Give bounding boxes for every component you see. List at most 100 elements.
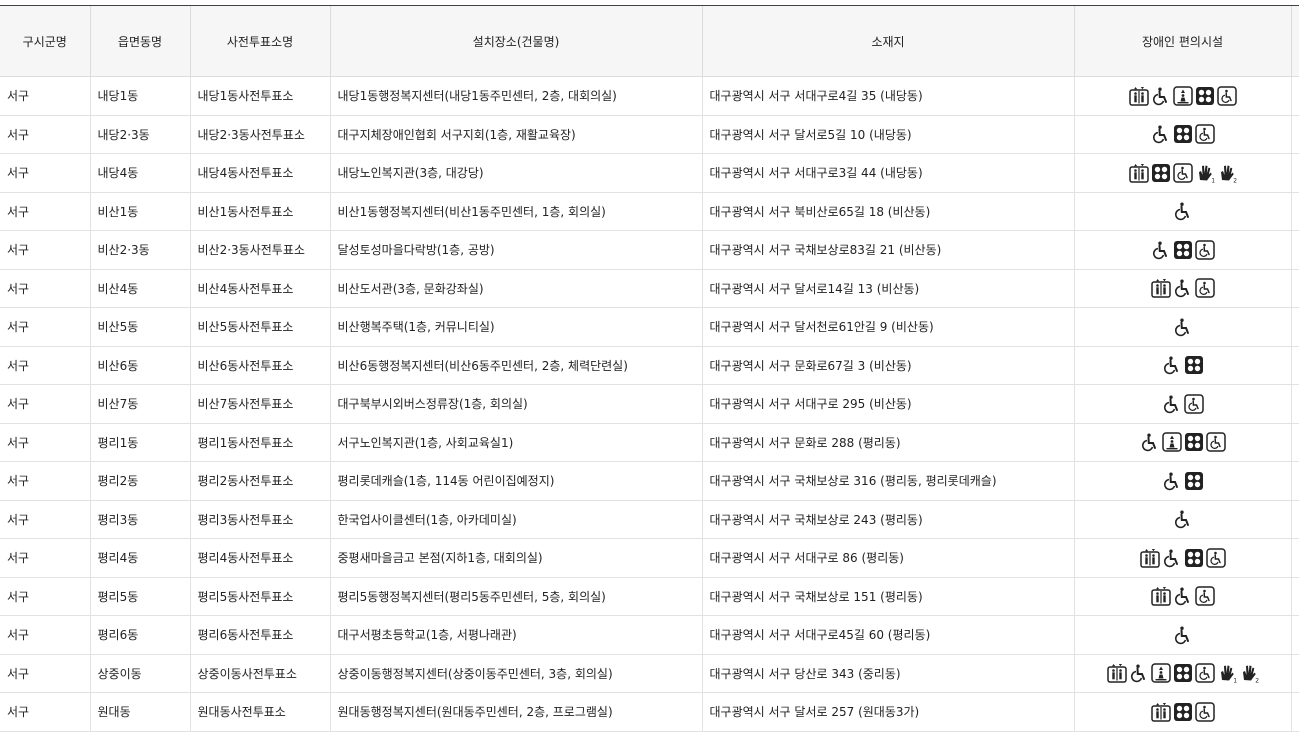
cell-gu: 서구 [0, 192, 91, 231]
table-row: 서구 비산4동 비산4동사전투표소 비산도서관(3층, 문화강좌실) 대구광역시 서구 … [0, 269, 1299, 308]
cell-address: 대구광역시 서구 국채보상로 243 (평리동) [702, 500, 1075, 539]
wheelchair-icon [1162, 394, 1182, 414]
svg-text:2: 2 [1233, 177, 1237, 183]
accessible-ramp-icon [1205, 548, 1226, 568]
braille-icon [1195, 86, 1215, 106]
sign-language-2-icon: 2 [1217, 163, 1237, 183]
cell-facilities [1074, 615, 1292, 655]
cell-spacer [1291, 346, 1299, 385]
facility-icon-list [1150, 586, 1215, 606]
facility-icon-list [1150, 278, 1215, 298]
cell-address: 대구광역시 서구 서대구로3길 44 (내당동) [702, 153, 1075, 193]
cell-spacer [1291, 577, 1299, 616]
cell-address: 대구광역시 서구 달서천로61안길 9 (비산동) [702, 307, 1075, 347]
braille-icon [1173, 240, 1193, 260]
facility-icon-list [1162, 355, 1204, 375]
cell-address: 대구광역시 서구 달서로5길 10 (내당동) [702, 115, 1075, 154]
braille-icon [1184, 432, 1204, 452]
cell-gu: 서구 [0, 577, 91, 616]
accessible-ramp-icon [1216, 86, 1237, 106]
braille-icon [1173, 663, 1193, 683]
elevator-icon [1128, 163, 1149, 183]
cell-gu: 서구 [0, 230, 91, 270]
facility-icon-list [1128, 86, 1237, 106]
cell-spacer [1291, 384, 1299, 424]
cell-station: 평리5동사전투표소 [190, 577, 331, 616]
cell-address: 대구광역시 서구 서대구로45길 60 (평리동) [702, 615, 1075, 655]
elevator-icon [1106, 663, 1127, 683]
cell-spacer [1291, 500, 1299, 539]
facility-icon-list: 12 [1128, 163, 1237, 183]
header-facilities: 장애인 편의시설 [1074, 6, 1292, 77]
elevator-icon [1139, 548, 1160, 568]
lift-icon [1161, 432, 1182, 452]
facility-icon-list [1173, 317, 1193, 337]
accessible-ramp-icon [1194, 124, 1215, 144]
cell-station: 평리6동사전투표소 [190, 615, 331, 655]
cell-spacer [1291, 269, 1299, 308]
cell-station: 비산6동사전투표소 [190, 346, 331, 385]
cell-spacer [1291, 461, 1299, 501]
cell-dong: 내당1동 [90, 76, 191, 116]
facility-icon-list [1151, 240, 1215, 260]
braille-icon [1184, 548, 1204, 568]
cell-gu: 서구 [0, 384, 91, 424]
cell-dong: 평리5동 [90, 577, 191, 616]
cell-facilities: 12 [1074, 654, 1292, 693]
wheelchair-icon [1162, 471, 1182, 491]
wheelchair-icon [1162, 548, 1182, 568]
cell-station: 평리1동사전투표소 [190, 423, 331, 462]
cell-place: 중평새마을금고 본점(지하1층, 대회의실) [330, 538, 703, 578]
sign-language-1-icon: 1 [1217, 663, 1237, 683]
wheelchair-icon [1129, 663, 1149, 683]
cell-spacer [1291, 230, 1299, 270]
facility-icon-list [1162, 471, 1204, 491]
cell-place: 원대동행정복지센터(원대동주민센터, 2층, 프로그램실) [330, 692, 703, 732]
cell-spacer [1291, 654, 1299, 693]
cell-dong: 비산2·3동 [90, 230, 191, 270]
cell-station: 평리2동사전투표소 [190, 461, 331, 501]
cell-facilities [1074, 307, 1292, 347]
table-row: 서구 비산7동 비산7동사전투표소 대구북부시외버스정류장(1층, 회의실) 대구광역시… [0, 384, 1299, 424]
lift-icon [1150, 663, 1171, 683]
table-row: 서구 내당4동 내당4동사전투표소 내당노인복지관(3층, 대강당) 대구광역시 서구 … [0, 153, 1299, 193]
cell-station: 평리3동사전투표소 [190, 500, 331, 539]
cell-dong: 비산6동 [90, 346, 191, 385]
accessible-ramp-icon [1205, 432, 1226, 452]
cell-gu: 서구 [0, 115, 91, 154]
wheelchair-icon [1173, 509, 1193, 529]
braille-icon [1173, 702, 1193, 722]
cell-station: 비산4동사전투표소 [190, 269, 331, 308]
cell-spacer [1291, 76, 1299, 116]
accessible-ramp-icon [1194, 586, 1215, 606]
cell-place: 달성토성마을다락방(1층, 공방) [330, 230, 703, 270]
cell-station: 평리4동사전투표소 [190, 538, 331, 578]
cell-dong: 평리6동 [90, 615, 191, 655]
cell-facilities [1074, 692, 1292, 732]
cell-facilities [1074, 230, 1292, 270]
table-row: 서구 평리1동 평리1동사전투표소 서구노인복지관(1층, 사회교육실1) 대구광역시 … [0, 423, 1299, 462]
cell-gu: 서구 [0, 307, 91, 347]
cell-address: 대구광역시 서구 국채보상로83길 21 (비산동) [702, 230, 1075, 270]
sign-language-1-icon: 1 [1195, 163, 1215, 183]
facility-icon-list [1140, 432, 1226, 452]
cell-place: 비산도서관(3층, 문화강좌실) [330, 269, 703, 308]
cell-place: 평리롯데캐슬(1층, 114동 어린이집예정지) [330, 461, 703, 501]
cell-station: 비산1동사전투표소 [190, 192, 331, 231]
cell-address: 대구광역시 서구 서대구로4길 35 (내당동) [702, 76, 1075, 116]
table-row: 서구 비산6동 비산6동사전투표소 비산6동행정복지센터(비산6동주민센터, 2층, … [0, 346, 1299, 385]
facility-icon-list [1173, 201, 1193, 221]
cell-dong: 내당2·3동 [90, 115, 191, 154]
facility-icon-list [1173, 625, 1193, 645]
cell-spacer [1291, 692, 1299, 732]
header-address: 소재지 [702, 6, 1075, 77]
cell-address: 대구광역시 서구 국채보상로 316 (평리동, 평리롯데캐슬) [702, 461, 1075, 501]
cell-gu: 서구 [0, 269, 91, 308]
cell-address: 대구광역시 서구 문화로67길 3 (비산동) [702, 346, 1075, 385]
wheelchair-icon [1162, 355, 1182, 375]
cell-place: 대구서평초등학교(1층, 서평나래관) [330, 615, 703, 655]
cell-station: 내당1동사전투표소 [190, 76, 331, 116]
cell-dong: 원대동 [90, 692, 191, 732]
cell-gu: 서구 [0, 615, 91, 655]
accessible-ramp-icon [1183, 394, 1204, 414]
